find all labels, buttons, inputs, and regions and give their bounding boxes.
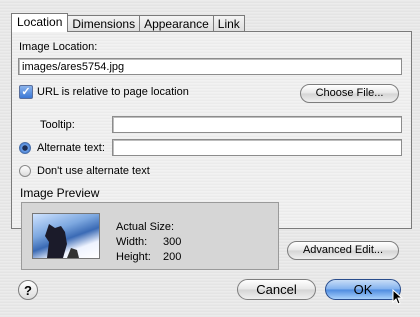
cancel-button[interactable]: Cancel bbox=[237, 279, 316, 300]
no-alternate-text-label: Don't use alternate text bbox=[37, 165, 150, 177]
tab-location[interactable]: Location bbox=[11, 13, 69, 32]
choose-file-button[interactable]: Choose File... bbox=[300, 84, 399, 103]
ok-button[interactable]: OK bbox=[325, 279, 401, 300]
image-location-label: Image Location: bbox=[19, 41, 98, 53]
image-preview-box: Actual Size: Width: 300 Height: 200 bbox=[21, 202, 279, 270]
actual-size-label: Actual Size: bbox=[116, 221, 175, 233]
relative-url-label: URL is relative to page location bbox=[37, 86, 189, 98]
height-value: 200 bbox=[163, 251, 182, 263]
tab-dimensions[interactable]: Dimensions bbox=[67, 15, 141, 32]
image-properties-dialog: Location Dimensions Appearance Link Imag… bbox=[0, 0, 420, 317]
width-value: 300 bbox=[163, 236, 182, 248]
height-label: Height: bbox=[116, 251, 151, 263]
help-button[interactable]: ? bbox=[18, 280, 38, 300]
alternate-text-input[interactable] bbox=[112, 139, 402, 156]
tooltip-label: Tooltip: bbox=[40, 119, 75, 131]
image-location-input[interactable]: images/ares5754.jpg bbox=[18, 58, 402, 75]
image-preview-heading: Image Preview bbox=[20, 186, 100, 200]
image-thumbnail bbox=[32, 213, 100, 259]
no-alternate-text-radio[interactable] bbox=[19, 165, 31, 177]
tab-appearance[interactable]: Appearance bbox=[139, 15, 214, 32]
alternate-text-radio[interactable] bbox=[19, 142, 31, 154]
mouse-cursor-icon bbox=[392, 289, 404, 305]
alternate-text-label: Alternate text: bbox=[37, 142, 105, 154]
width-label: Width: bbox=[116, 236, 148, 248]
tab-link[interactable]: Link bbox=[212, 15, 245, 32]
advanced-edit-button[interactable]: Advanced Edit... bbox=[287, 241, 399, 260]
tab-bar: Location Dimensions Appearance Link bbox=[11, 13, 245, 32]
tooltip-input[interactable] bbox=[112, 116, 402, 133]
relative-url-checkbox[interactable]: ✓ bbox=[19, 85, 33, 99]
